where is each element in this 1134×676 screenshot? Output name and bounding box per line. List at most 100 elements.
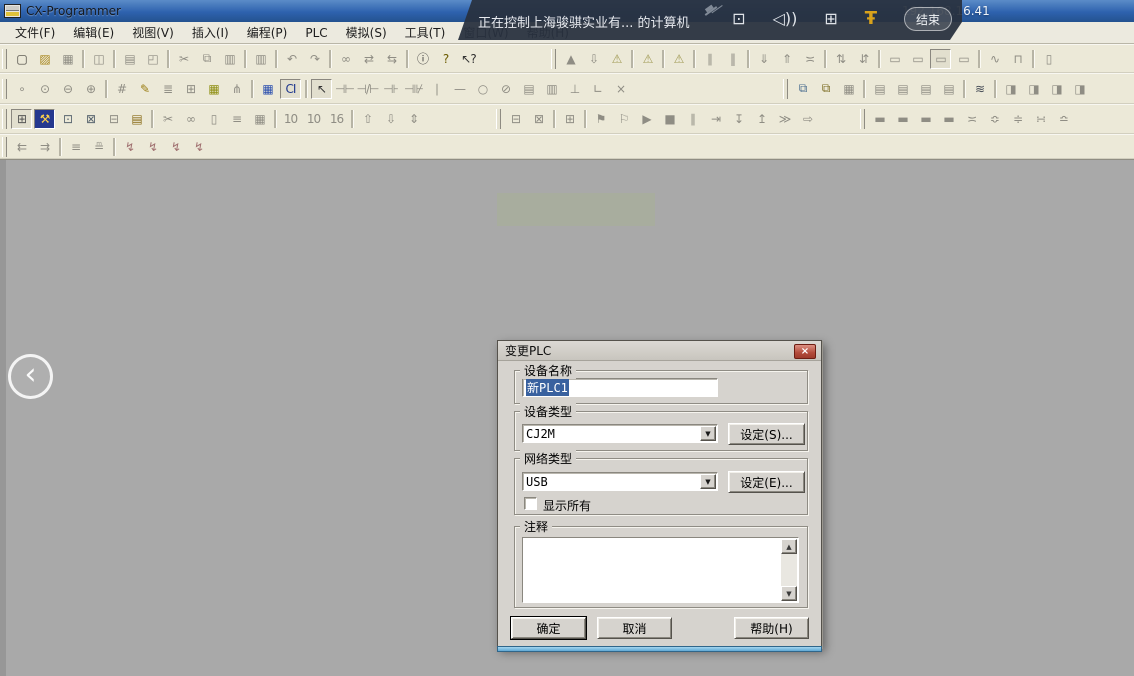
select-mode-button[interactable]: ↖ (311, 79, 332, 99)
cut-button[interactable]: ✂ (173, 49, 194, 69)
panel-view-1-button[interactable]: ◨ (1000, 79, 1021, 99)
toolbar-drag-handle[interactable] (2, 79, 7, 99)
grid-toggle-button[interactable]: # (111, 79, 132, 99)
about-button[interactable]: ⓘ (412, 49, 433, 69)
toggle-project-workspace-button[interactable]: ⊞ (11, 109, 32, 129)
toolbar-drag-handle[interactable] (2, 109, 7, 129)
rung-list-button[interactable]: ≞ (88, 137, 109, 157)
work-bit-2-button[interactable]: ≎ (984, 109, 1005, 129)
highlight-grid-button[interactable]: ▦ (203, 79, 224, 99)
print-preview-button[interactable]: ◰ (142, 49, 163, 69)
ok-button[interactable]: 确定 (511, 617, 586, 639)
dialog-close-button[interactable]: × (794, 344, 816, 359)
menu-program[interactable]: 编程(P) (238, 22, 297, 43)
toolbar-drag-handle[interactable] (860, 109, 865, 129)
page-minus-button[interactable]: ▤ (938, 79, 959, 99)
sheet-list-button[interactable]: ⧉ (815, 79, 836, 99)
network-type-dropdown-icon[interactable]: ▼ (700, 474, 716, 489)
force-cancel-button[interactable]: ↯ (165, 137, 186, 157)
menu-tools[interactable]: 工具(T) (396, 22, 455, 43)
paste-special-button[interactable]: ▥ (250, 49, 271, 69)
simulator-network-button[interactable]: ⊞ (559, 109, 580, 129)
work-online-simulator-button[interactable]: ⇩ (583, 49, 604, 69)
app-icon[interactable] (4, 4, 21, 18)
clear-breakpoints-button[interactable]: ⚐ (613, 109, 634, 129)
undo-button[interactable]: ↶ (281, 49, 302, 69)
find-button[interactable]: ∞ (335, 49, 356, 69)
panel-view-3-button[interactable]: ◨ (1046, 79, 1067, 99)
new-or-contact-button[interactable]: ⊣⊦ (380, 79, 401, 99)
new-sheet-button[interactable]: ⧉ (792, 79, 813, 99)
toolbar-drag-handle[interactable] (2, 137, 7, 157)
new-closed-contact-button[interactable]: ⊣/⊢ (357, 79, 378, 99)
toolbar-drag-handle[interactable] (783, 79, 788, 99)
pause-button[interactable]: ‖ (722, 49, 743, 69)
new-file-button[interactable]: ▢ (11, 49, 32, 69)
copy-button[interactable]: ⧉ (196, 49, 217, 69)
monitor-in-rung-button[interactable]: ⊞ (180, 79, 201, 99)
time-chart-monitor-button[interactable]: ∿ (984, 49, 1005, 69)
properties-button[interactable]: ▤ (126, 109, 147, 129)
network-type-settings-button[interactable]: 设定(E)... (728, 471, 805, 493)
transfer-io-button[interactable]: ⇅ (830, 49, 851, 69)
work-bit-1-button[interactable]: ≍ (961, 109, 982, 129)
program-mode-button[interactable]: ▭ (884, 49, 905, 69)
force-on-button[interactable]: ↯ (119, 137, 140, 157)
end-session-button[interactable]: 结束 (904, 7, 952, 31)
force-off-button[interactable]: ↯ (142, 137, 163, 157)
add-window-icon[interactable]: ⊞ (824, 11, 837, 27)
set-breakpoint-button[interactable]: ⚑ (590, 109, 611, 129)
toolbar-drag-handle[interactable] (496, 109, 501, 129)
menu-plc[interactable]: PLC (296, 24, 336, 42)
toggle-watch-window-button[interactable]: ⊡ (57, 109, 78, 129)
show-all-checkbox[interactable] (524, 497, 537, 510)
page-x-button[interactable]: ▤ (892, 79, 913, 99)
page-check-button[interactable]: ▤ (915, 79, 936, 99)
download-to-plc-button[interactable]: ⇓ (753, 49, 774, 69)
new-vertical-line-button[interactable]: ∣ (426, 79, 447, 99)
comment-list-button[interactable]: ≡ (65, 137, 86, 157)
pin-icon[interactable] (702, 3, 719, 19)
back-button[interactable]: ‹ (8, 354, 53, 399)
new-horizontal-line-button[interactable]: — (449, 79, 470, 99)
new-or-closed-contact-button[interactable]: ⊣⊮ (403, 79, 424, 99)
address-increment-button[interactable]: ⇉ (34, 137, 55, 157)
page-view-button[interactable]: ▯ (203, 109, 224, 129)
new-function-block-button[interactable]: ⊥ (564, 79, 585, 99)
simulator-pause-button[interactable]: ∥ (682, 109, 703, 129)
io-comment-view-button[interactable]: CI (280, 79, 301, 99)
symbol-table-button[interactable]: ▦ (257, 79, 278, 99)
key-icon[interactable]: Ŧ (865, 10, 877, 28)
run-mode-button[interactable]: ▭ (953, 49, 974, 69)
work-bit-3-button[interactable]: ≑ (1007, 109, 1028, 129)
device-type-combo[interactable]: CJ2M ▼ (522, 424, 718, 443)
rung-annotation-button[interactable]: ≣ (157, 79, 178, 99)
symbol-tree-button[interactable]: ⋔ (226, 79, 247, 99)
save-button[interactable]: ▦ (57, 49, 78, 69)
memory-view-1-button[interactable]: ▬ (869, 109, 890, 129)
panel-view-2-button[interactable]: ◨ (1023, 79, 1044, 99)
zoom-in-button[interactable]: ⊕ (80, 79, 101, 99)
work-online-button[interactable]: ▲ (560, 49, 581, 69)
simulator-window-button[interactable]: ⊠ (528, 109, 549, 129)
compile-button[interactable]: ◫ (88, 49, 109, 69)
step-run-button[interactable]: ⇥ (705, 109, 726, 129)
compare-with-plc-button[interactable]: ≍ (799, 49, 820, 69)
monitor-hex-button[interactable]: 16 (326, 109, 347, 129)
cut-rung-button[interactable]: ✂ (157, 109, 178, 129)
menu-insert[interactable]: 插入(I) (183, 22, 238, 43)
find-in-project-button[interactable]: ∞ (180, 109, 201, 129)
continuous-step-run-button[interactable]: ≫ (774, 109, 795, 129)
comment-textarea[interactable]: ▲ ▼ (522, 537, 799, 603)
new-closed-instruction-button[interactable]: ▥ (541, 79, 562, 99)
verify-io-button[interactable]: ⇵ (853, 49, 874, 69)
force-reset-view-button[interactable]: ⇩ (380, 109, 401, 129)
pause-monitor-button[interactable]: ∥ (699, 49, 720, 69)
dialog-view-button[interactable]: ≡ (226, 109, 247, 129)
toggle-force-button[interactable]: ↯ (188, 137, 209, 157)
table-view-button[interactable]: ▦ (249, 109, 270, 129)
memory-view-2-button[interactable]: ▬ (892, 109, 913, 129)
cross-reference-button[interactable]: ⊠ (80, 109, 101, 129)
simulator-stop-button[interactable]: ■ (659, 109, 680, 129)
new-contact-button[interactable]: ⊣⊢ (334, 79, 355, 99)
